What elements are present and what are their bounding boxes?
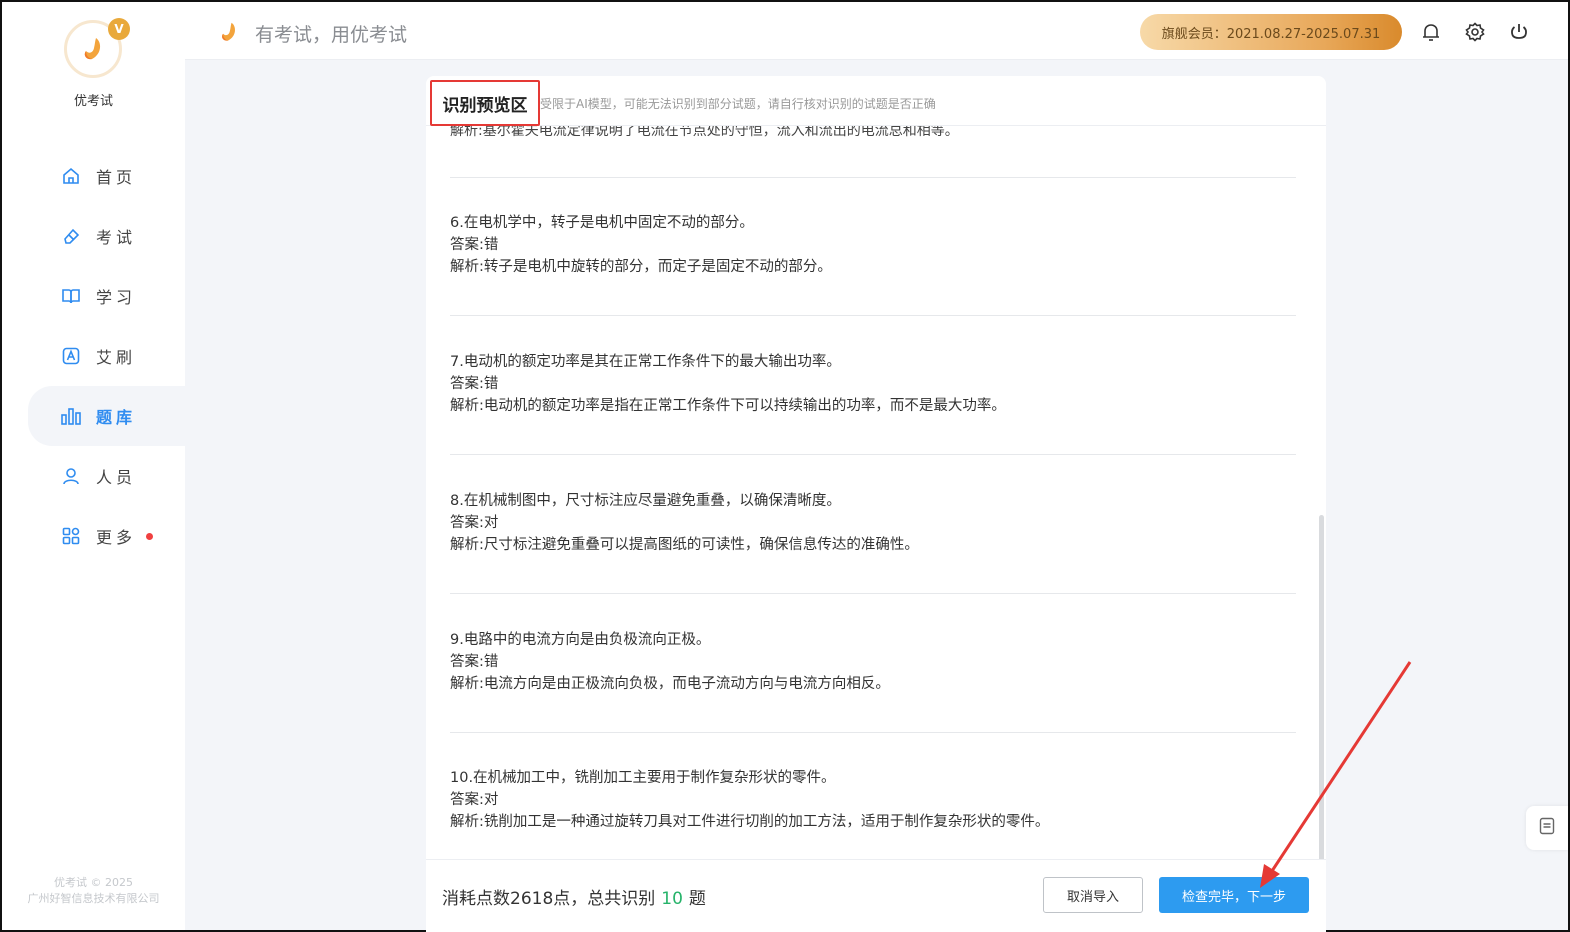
book-icon [60,285,82,307]
top-header: 有考试，用优考试 旗舰会员：2021.08.27-2025.07.31 [185,2,1568,60]
sidebar-item-label: 艾刷 [96,348,137,367]
float-notes-button[interactable] [1526,806,1568,850]
sidebar-item-label: 题库 [96,408,137,427]
divider [450,177,1296,178]
question-answer: 答案:错 [450,376,499,392]
question-item[interactable]: 6.在电机学中，转子是电机中固定不动的部分。 答案:错 解析:转子是电机中旋转的… [450,212,1296,278]
divider [450,732,1296,733]
vip-crown-icon: V [108,18,130,40]
letter-a-icon [60,345,82,367]
bar-chart-icon [60,405,82,427]
user-icon [60,465,82,487]
document-icon [1539,817,1555,839]
preview-tip: 受限于AI模型，可能无法识别到部分试题，请自行核对识别的试题是否正确 [540,97,936,111]
power-icon[interactable] [1508,21,1530,43]
question-answer: 答案:错 [450,654,499,670]
partial-analysis-line: 解析:基尔霍夫电流定律说明了电流在节点处的守恒，流入和流出的电流总和相等。 [450,126,959,139]
app-logo[interactable]: V [64,18,130,82]
preview-footer: 消耗点数2618点，总共识别 10 题 取消导入 检查完毕，下一步 [426,859,1326,932]
summary-prefix: 消耗点数2618点，总共识别 [442,889,656,909]
sidebar: V 优考试 首页 考试 学习 艾刷 题库 人员 更多 优考试 © 2025 广州… [2,2,185,930]
sidebar-item-more[interactable]: 更多 [2,506,185,566]
sidebar-item-home[interactable]: 首页 [2,146,185,206]
sidebar-item-label: 考试 [96,228,137,247]
sidebar-item-aishua[interactable]: 艾刷 [2,326,185,386]
question-count: 10 [661,889,683,909]
question-answer: 答案:对 [450,792,499,808]
home-icon [60,165,82,187]
preview-header: 识别预览区 受限于AI模型，可能无法识别到部分试题，请自行核对识别的试题是否正确 [426,76,1326,126]
apps-icon [60,525,82,547]
cancel-import-button[interactable]: 取消导入 [1043,877,1143,913]
sidebar-item-label: 人员 [96,468,137,487]
eraser-icon [60,225,82,247]
divider [450,593,1296,594]
question-analysis: 解析:电动机的额定功率是指在正常工作条件下可以持续输出的功率，而不是最大功率。 [450,398,1006,414]
header-slogan: 有考试，用优考试 [255,24,408,46]
scrollbar[interactable] [1319,515,1324,859]
summary-suffix: 题 [688,889,706,909]
company-name: 广州好智信息技术有限公司 [27,892,160,905]
sidebar-item-label: 首页 [96,168,137,187]
notification-dot [146,532,154,540]
question-text: 10.在机械加工中，铣削加工主要用于制作复杂形状的零件。 [450,770,836,786]
sidebar-item-people[interactable]: 人员 [2,446,185,506]
member-badge[interactable]: 旗舰会员：2021.08.27-2025.07.31 [1140,14,1402,50]
question-analysis: 解析:铣削加工是一种通过旋转刀具对工件进行切削的加工方法，适用于制作复杂形状的零… [450,814,1050,830]
header-logo-icon [218,20,240,44]
sidebar-nav: 首页 考试 学习 艾刷 题库 人员 更多 [2,146,185,566]
question-item[interactable]: 10.在机械加工中，铣削加工主要用于制作复杂形状的零件。 答案:对 解析:铣削加… [450,767,1296,833]
question-text: 7.电动机的额定功率是其在正常工作条件下的最大输出功率。 [450,354,841,370]
sidebar-item-label: 更多 [96,528,137,547]
divider [450,454,1296,455]
next-step-button[interactable]: 检查完毕，下一步 [1159,877,1309,913]
sidebar-item-question-bank[interactable]: 题库 [28,386,185,446]
sidebar-item-label: 学习 [96,288,137,307]
question-answer: 答案:错 [450,237,499,253]
sidebar-item-exam[interactable]: 考试 [2,206,185,266]
divider [450,315,1296,316]
question-text: 8.在机械制图中，尺寸标注应尽量避免重叠，以确保清晰度。 [450,493,841,509]
copyright: 优考试 © 2025 广州好智信息技术有限公司 [2,875,185,907]
recognition-summary: 消耗点数2618点，总共识别 10 题 [442,884,706,909]
question-item[interactable]: 9.电路中的电流方向是由负极流向正极。 答案:错 解析:电流方向是由正极流向负极… [450,629,1296,695]
question-analysis: 解析:电流方向是由正极流向负极，而电子流动方向与电流方向相反。 [450,676,890,692]
question-text: 9.电路中的电流方向是由负极流向正极。 [450,632,711,648]
copyright-line: 优考试 © 2025 [54,876,133,889]
question-item[interactable]: 8.在机械制图中，尺寸标注应尽量避免重叠，以确保清晰度。 答案:对 解析:尺寸标… [450,490,1296,556]
question-analysis: 解析:转子是电机中旋转的部分，而定子是固定不动的部分。 [450,259,832,275]
question-answer: 答案:对 [450,515,499,531]
app-name: 优考试 [73,94,113,109]
preview-title: 识别预览区 [430,80,540,126]
question-list[interactable]: 解析:基尔霍夫电流定律说明了电流在节点处的守恒，流入和流出的电流总和相等。 6.… [426,126,1326,859]
question-text: 6.在电机学中，转子是电机中固定不动的部分。 [450,215,754,231]
preview-panel: 识别预览区 受限于AI模型，可能无法识别到部分试题，请自行核对识别的试题是否正确… [426,76,1326,932]
question-item[interactable]: 7.电动机的额定功率是其在正常工作条件下的最大输出功率。 答案:错 解析:电动机… [450,351,1296,417]
gear-icon[interactable] [1464,21,1486,43]
sidebar-item-study[interactable]: 学习 [2,266,185,326]
question-analysis: 解析:尺寸标注避免重叠可以提高图纸的可读性，确保信息传达的准确性。 [450,537,919,553]
bell-icon[interactable] [1420,21,1442,43]
